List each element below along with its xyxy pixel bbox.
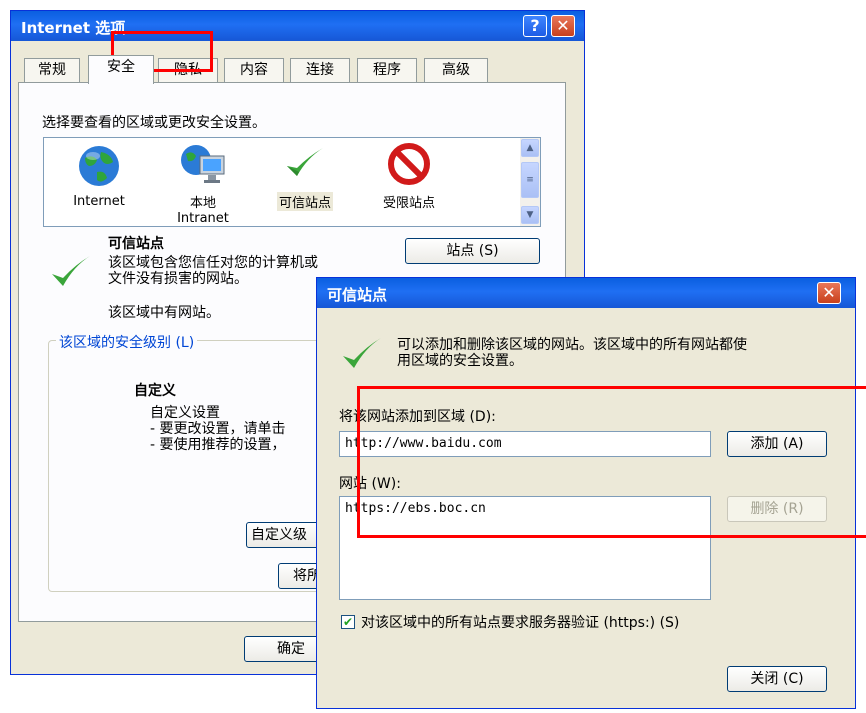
zone-trusted-label: 可信站点 — [276, 192, 333, 211]
dialog-description-line-2: 用区域的安全设置。 — [397, 353, 523, 369]
tab-general[interactable]: 常规 — [24, 58, 80, 82]
internet-options-titlebar: Internet 选项 ? ✕ — [11, 11, 584, 41]
close-icon[interactable]: ✕ — [551, 15, 575, 37]
custom-level-title: 自定义 — [134, 383, 176, 399]
zone-title: 可信站点 — [108, 236, 164, 252]
zone-trusted-sites[interactable]: 可信站点 — [260, 142, 350, 211]
zone-description-line-2: 文件没有损害的网站。 — [108, 271, 248, 287]
zone-list-scrollbar[interactable]: ▲ ≡ ▼ — [520, 138, 540, 226]
zone-checkmark-icon — [52, 256, 90, 286]
help-icon[interactable]: ? — [523, 15, 547, 37]
scroll-thumb[interactable]: ≡ — [521, 162, 539, 198]
zone-internet[interactable]: Internet — [54, 144, 144, 209]
internet-options-title: Internet 选项 — [21, 19, 126, 37]
zone-local-intranet[interactable]: 本地 Intranet — [158, 142, 248, 226]
zone-prompt: 选择要查看的区域或更改安全设置。 — [42, 115, 266, 131]
custom-line-3: - 要使用推荐的设置， — [150, 437, 286, 453]
zone-local-label: 本地 — [189, 196, 216, 211]
security-level-label: 该区域的安全级别 (L) — [56, 332, 198, 352]
zone-has-sites-text: 该区域中有网站。 — [108, 305, 220, 321]
close-button[interactable]: 关闭 (C) — [727, 666, 827, 692]
checkmark-icon — [287, 148, 323, 176]
no-entry-icon — [388, 143, 430, 185]
globe-icon — [79, 146, 119, 186]
scroll-up-icon[interactable]: ▲ — [521, 139, 539, 157]
sites-button[interactable]: 站点 (S) — [405, 238, 540, 264]
security-level-group — [48, 340, 330, 592]
zone-internet-label: Internet — [73, 194, 125, 209]
tab-advanced[interactable]: 高级 — [424, 58, 488, 82]
tab-content[interactable]: 内容 — [224, 58, 284, 82]
scroll-down-icon[interactable]: ▼ — [521, 206, 539, 224]
https-checkbox[interactable]: ✔ — [341, 615, 355, 629]
https-checkbox-label[interactable]: 对该区域中的所有站点要求服务器验证 (https:) (S) — [361, 612, 679, 632]
tab-programs[interactable]: 程序 — [357, 58, 417, 82]
trusted-sites-titlebar: 可信站点 ✕ — [317, 278, 855, 308]
zone-list: Internet 本地 Intranet 可信站点 受限站点 ▲ ≡ ▼ — [43, 137, 541, 227]
annotation-box-add-site — [357, 386, 866, 538]
computer-globe-icon — [181, 145, 225, 183]
dialog-close-icon[interactable]: ✕ — [817, 282, 841, 304]
trusted-sites-title: 可信站点 — [327, 286, 388, 304]
tab-security[interactable]: 安全 — [88, 55, 154, 84]
zone-restricted-sites[interactable]: 受限站点 — [364, 142, 454, 211]
tab-connections[interactable]: 连接 — [290, 58, 350, 82]
zone-restricted-label: 受限站点 — [382, 196, 435, 211]
zone-local-sub: Intranet — [177, 211, 229, 226]
dialog-checkmark-icon — [343, 338, 381, 368]
